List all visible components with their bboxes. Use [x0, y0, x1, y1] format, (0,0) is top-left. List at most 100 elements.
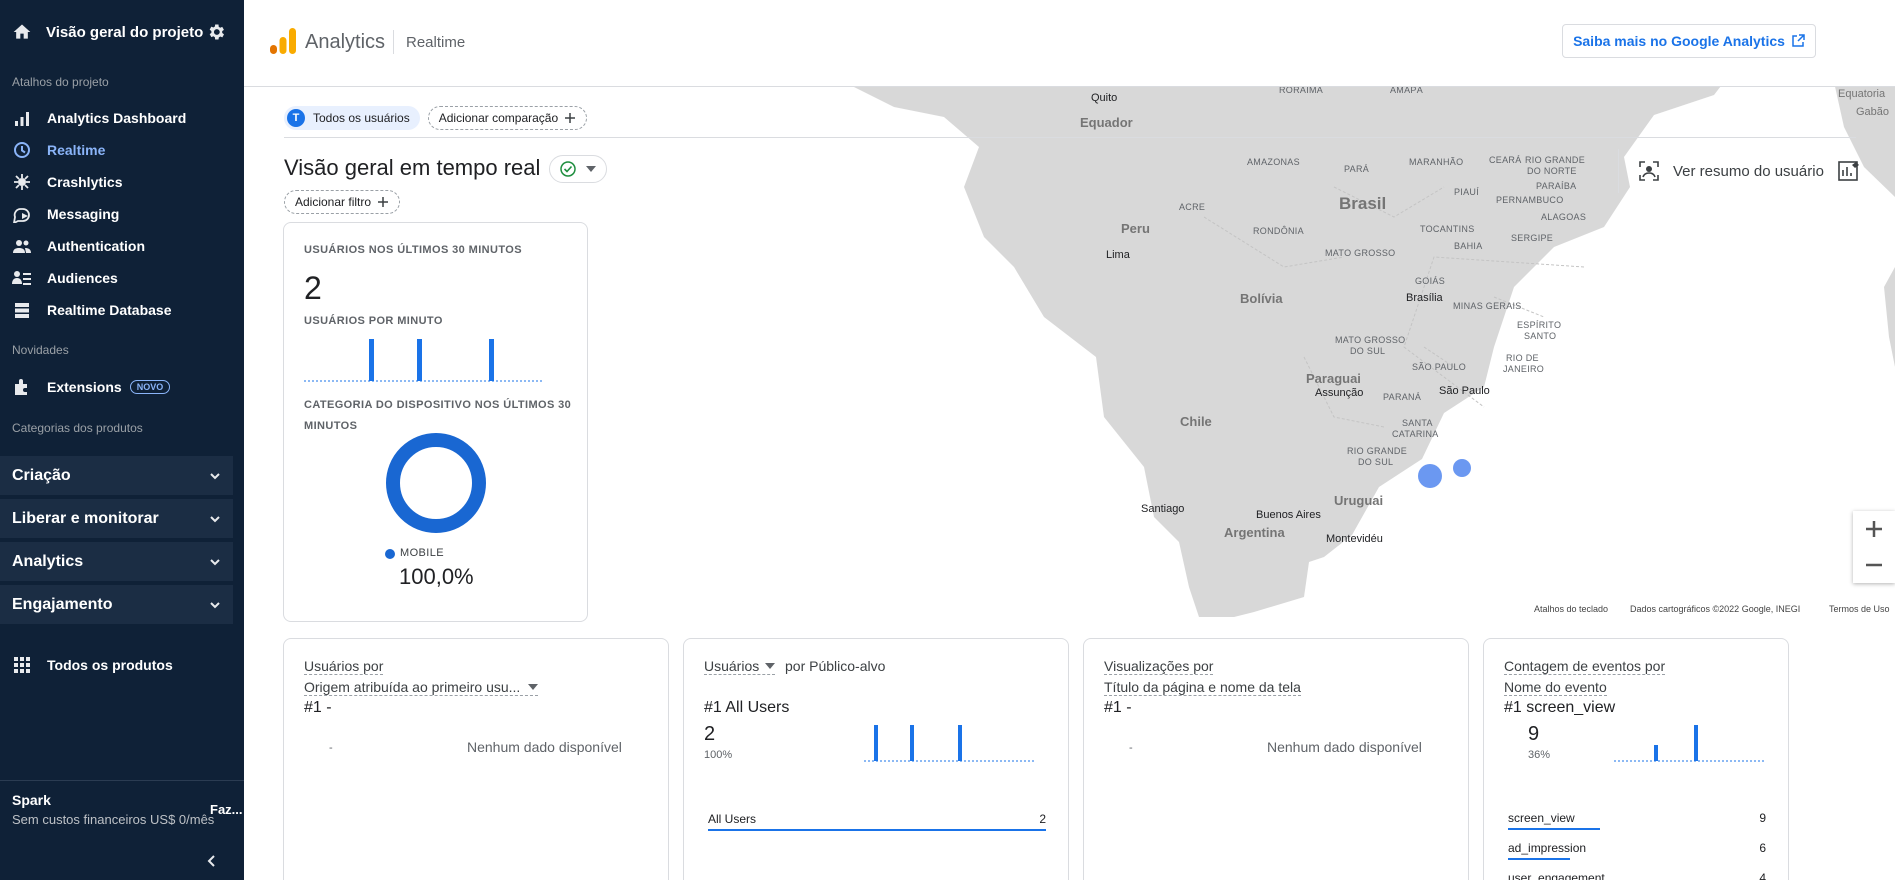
list-item[interactable]: user_engagement 4 — [1508, 871, 1766, 880]
card-title-metric[interactable]: Contagem de eventos por — [1504, 658, 1666, 675]
sidebar-item-authentication[interactable]: Authentication — [0, 230, 244, 262]
map-zoom-controls — [1853, 511, 1895, 583]
zoom-out-button[interactable] — [1853, 547, 1895, 583]
map-label-chile: Chile — [1180, 414, 1212, 429]
comparison-row: T Todos os usuários Adicionar comparação — [284, 106, 588, 130]
page-subtitle: Realtime — [406, 34, 466, 51]
status-dropdown[interactable] — [549, 155, 607, 183]
map-region: PARAÍBA — [1536, 181, 1577, 191]
dimension-label[interactable]: Título da página e nome da tela — [1104, 679, 1301, 696]
all-users-chip[interactable]: T Todos os usuários — [284, 106, 420, 130]
users-icon — [12, 236, 32, 256]
check-circle-icon — [560, 161, 576, 177]
sidebar-item-label: Messaging — [47, 206, 120, 222]
group-criacao[interactable]: Criação — [0, 456, 233, 497]
list-item[interactable]: ad_impression 6 — [1508, 841, 1766, 860]
list-item[interactable]: All Users 2 — [708, 812, 1046, 831]
group-liberar-monitorar[interactable]: Liberar e monitorar — [0, 499, 233, 540]
top-value: 9 — [1528, 723, 1540, 745]
plus-icon — [1866, 521, 1882, 537]
metric-dropdown[interactable]: Usuários — [704, 658, 776, 675]
map-region: PARÁ — [1344, 164, 1370, 174]
card-title-metric[interactable]: Visualizações por — [1104, 658, 1214, 675]
dimension-label[interactable]: Nome do evento — [1504, 679, 1607, 696]
open-external-icon — [1792, 34, 1805, 47]
map-region: PIAUÍ — [1454, 187, 1480, 197]
project-overview-link[interactable]: Visão geral do projeto — [46, 24, 206, 41]
map-region: RIO GRANDE — [1347, 446, 1408, 456]
upgrade-link[interactable]: Faz... — [210, 802, 243, 817]
add-comparison-label: Adicionar comparação — [438, 111, 559, 125]
sidebar-item-realtime[interactable]: Realtime — [0, 134, 244, 166]
map-region: SANTO — [1524, 331, 1557, 341]
page-title: Visão geral em tempo real — [284, 155, 541, 180]
list-item-bar — [708, 829, 1046, 831]
no-data-message: Nenhum dado disponível — [1267, 739, 1422, 755]
zoom-in-button[interactable] — [1853, 511, 1895, 547]
messaging-icon — [12, 204, 32, 224]
project-overview-row[interactable]: Visão geral do projeto — [0, 0, 244, 64]
sidebar-item-extensions[interactable]: Extensions NOVO — [0, 371, 244, 403]
top-value: 2 — [704, 723, 716, 745]
sidebar-item-analytics-dashboard[interactable]: Analytics Dashboard — [0, 102, 244, 134]
card-title-metric[interactable]: Usuários por — [304, 658, 384, 675]
map-region: PERNAMBUCO — [1496, 195, 1564, 205]
caret-down-icon — [586, 166, 596, 172]
map-region: TOCANTINS — [1420, 224, 1475, 234]
home-icon[interactable] — [12, 22, 32, 42]
learn-more-label: Saiba mais no Google Analytics — [1573, 33, 1785, 49]
bar-chart-icon — [12, 108, 32, 128]
apps-grid-icon — [12, 655, 32, 675]
map-region: AMAPÁ — [1390, 87, 1424, 95]
list-item[interactable]: screen_view 9 — [1508, 811, 1766, 830]
collapse-sidebar-icon[interactable] — [204, 853, 220, 869]
group-analytics[interactable]: Analytics — [0, 542, 233, 583]
group-label: Criação — [12, 466, 71, 484]
map-data-credit: Dados cartográficos ©2022 Google, INEGI — [1630, 604, 1801, 614]
sidebar-item-realtime-database[interactable]: Realtime Database — [0, 294, 244, 326]
metric-label: Usuários — [704, 658, 760, 674]
list-item-value: 4 — [1759, 871, 1766, 880]
sidebar-item-label: Realtime Database — [47, 302, 172, 318]
device-donut-chart — [386, 433, 486, 533]
section-project-shortcuts: Atalhos do projeto — [12, 75, 109, 89]
map-label-equatorial: Equatoria — [1838, 88, 1886, 100]
device-percent: 100,0% — [399, 564, 474, 589]
map-label-peru: Peru — [1121, 221, 1150, 236]
google-analytics-logo-icon — [270, 28, 296, 54]
map-label-lima: Lima — [1106, 249, 1130, 261]
crashlytics-icon — [12, 172, 32, 192]
users-per-minute-chart — [304, 339, 544, 382]
group-engajamento[interactable]: Engajamento — [0, 585, 233, 626]
terms-link[interactable]: Termos de Uso — [1829, 604, 1890, 614]
map-region: MATO GROSSO — [1325, 248, 1396, 258]
sidebar-item-all-products[interactable]: Todos os produtos — [0, 649, 244, 681]
add-comparison-button[interactable]: Adicionar comparação — [427, 106, 588, 130]
map-region: AMAZONAS — [1247, 157, 1300, 167]
learn-more-ga-button[interactable]: Saiba mais no Google Analytics — [1562, 24, 1816, 58]
list-item-value: 6 — [1759, 841, 1766, 855]
card-events-by-name: Contagem de eventos por Nome do evento #… — [1483, 638, 1789, 880]
app-title: Analytics — [305, 31, 386, 53]
audiences-icon — [12, 268, 32, 288]
list-item-value: 2 — [1039, 812, 1046, 826]
minus-icon — [1866, 563, 1882, 567]
user-summary-label: Ver resumo do usuário — [1673, 162, 1824, 180]
keyboard-shortcuts-link[interactable]: Atalhos do teclado — [1534, 604, 1608, 614]
sidebar-item-messaging[interactable]: Messaging — [0, 198, 244, 230]
chevron-down-icon — [210, 473, 220, 480]
dimension-dropdown[interactable]: Origem atribuída ao primeiro usu... — [304, 679, 539, 696]
sidebar-item-label: Todos os produtos — [47, 657, 173, 673]
user-summary-button[interactable]: Ver resumo do usuário — [1618, 149, 1860, 193]
sidebar-item-audiences[interactable]: Audiences — [0, 262, 244, 294]
gear-icon[interactable] — [206, 22, 226, 42]
plan-info: Spark Sem custos financeiros US$ 0/mês — [12, 792, 214, 827]
list-item-label: ad_impression — [1508, 841, 1587, 855]
add-filter-button[interactable]: Adicionar filtro — [284, 190, 401, 214]
sidebar-item-crashlytics[interactable]: Crashlytics — [0, 166, 244, 198]
top-percent: 100% — [704, 749, 733, 761]
rank-label: #1 - — [1104, 699, 1132, 716]
sidebar-item-label: Analytics Dashboard — [47, 110, 187, 126]
map-region: DO SUL — [1350, 346, 1386, 356]
chevron-down-icon — [210, 602, 220, 609]
